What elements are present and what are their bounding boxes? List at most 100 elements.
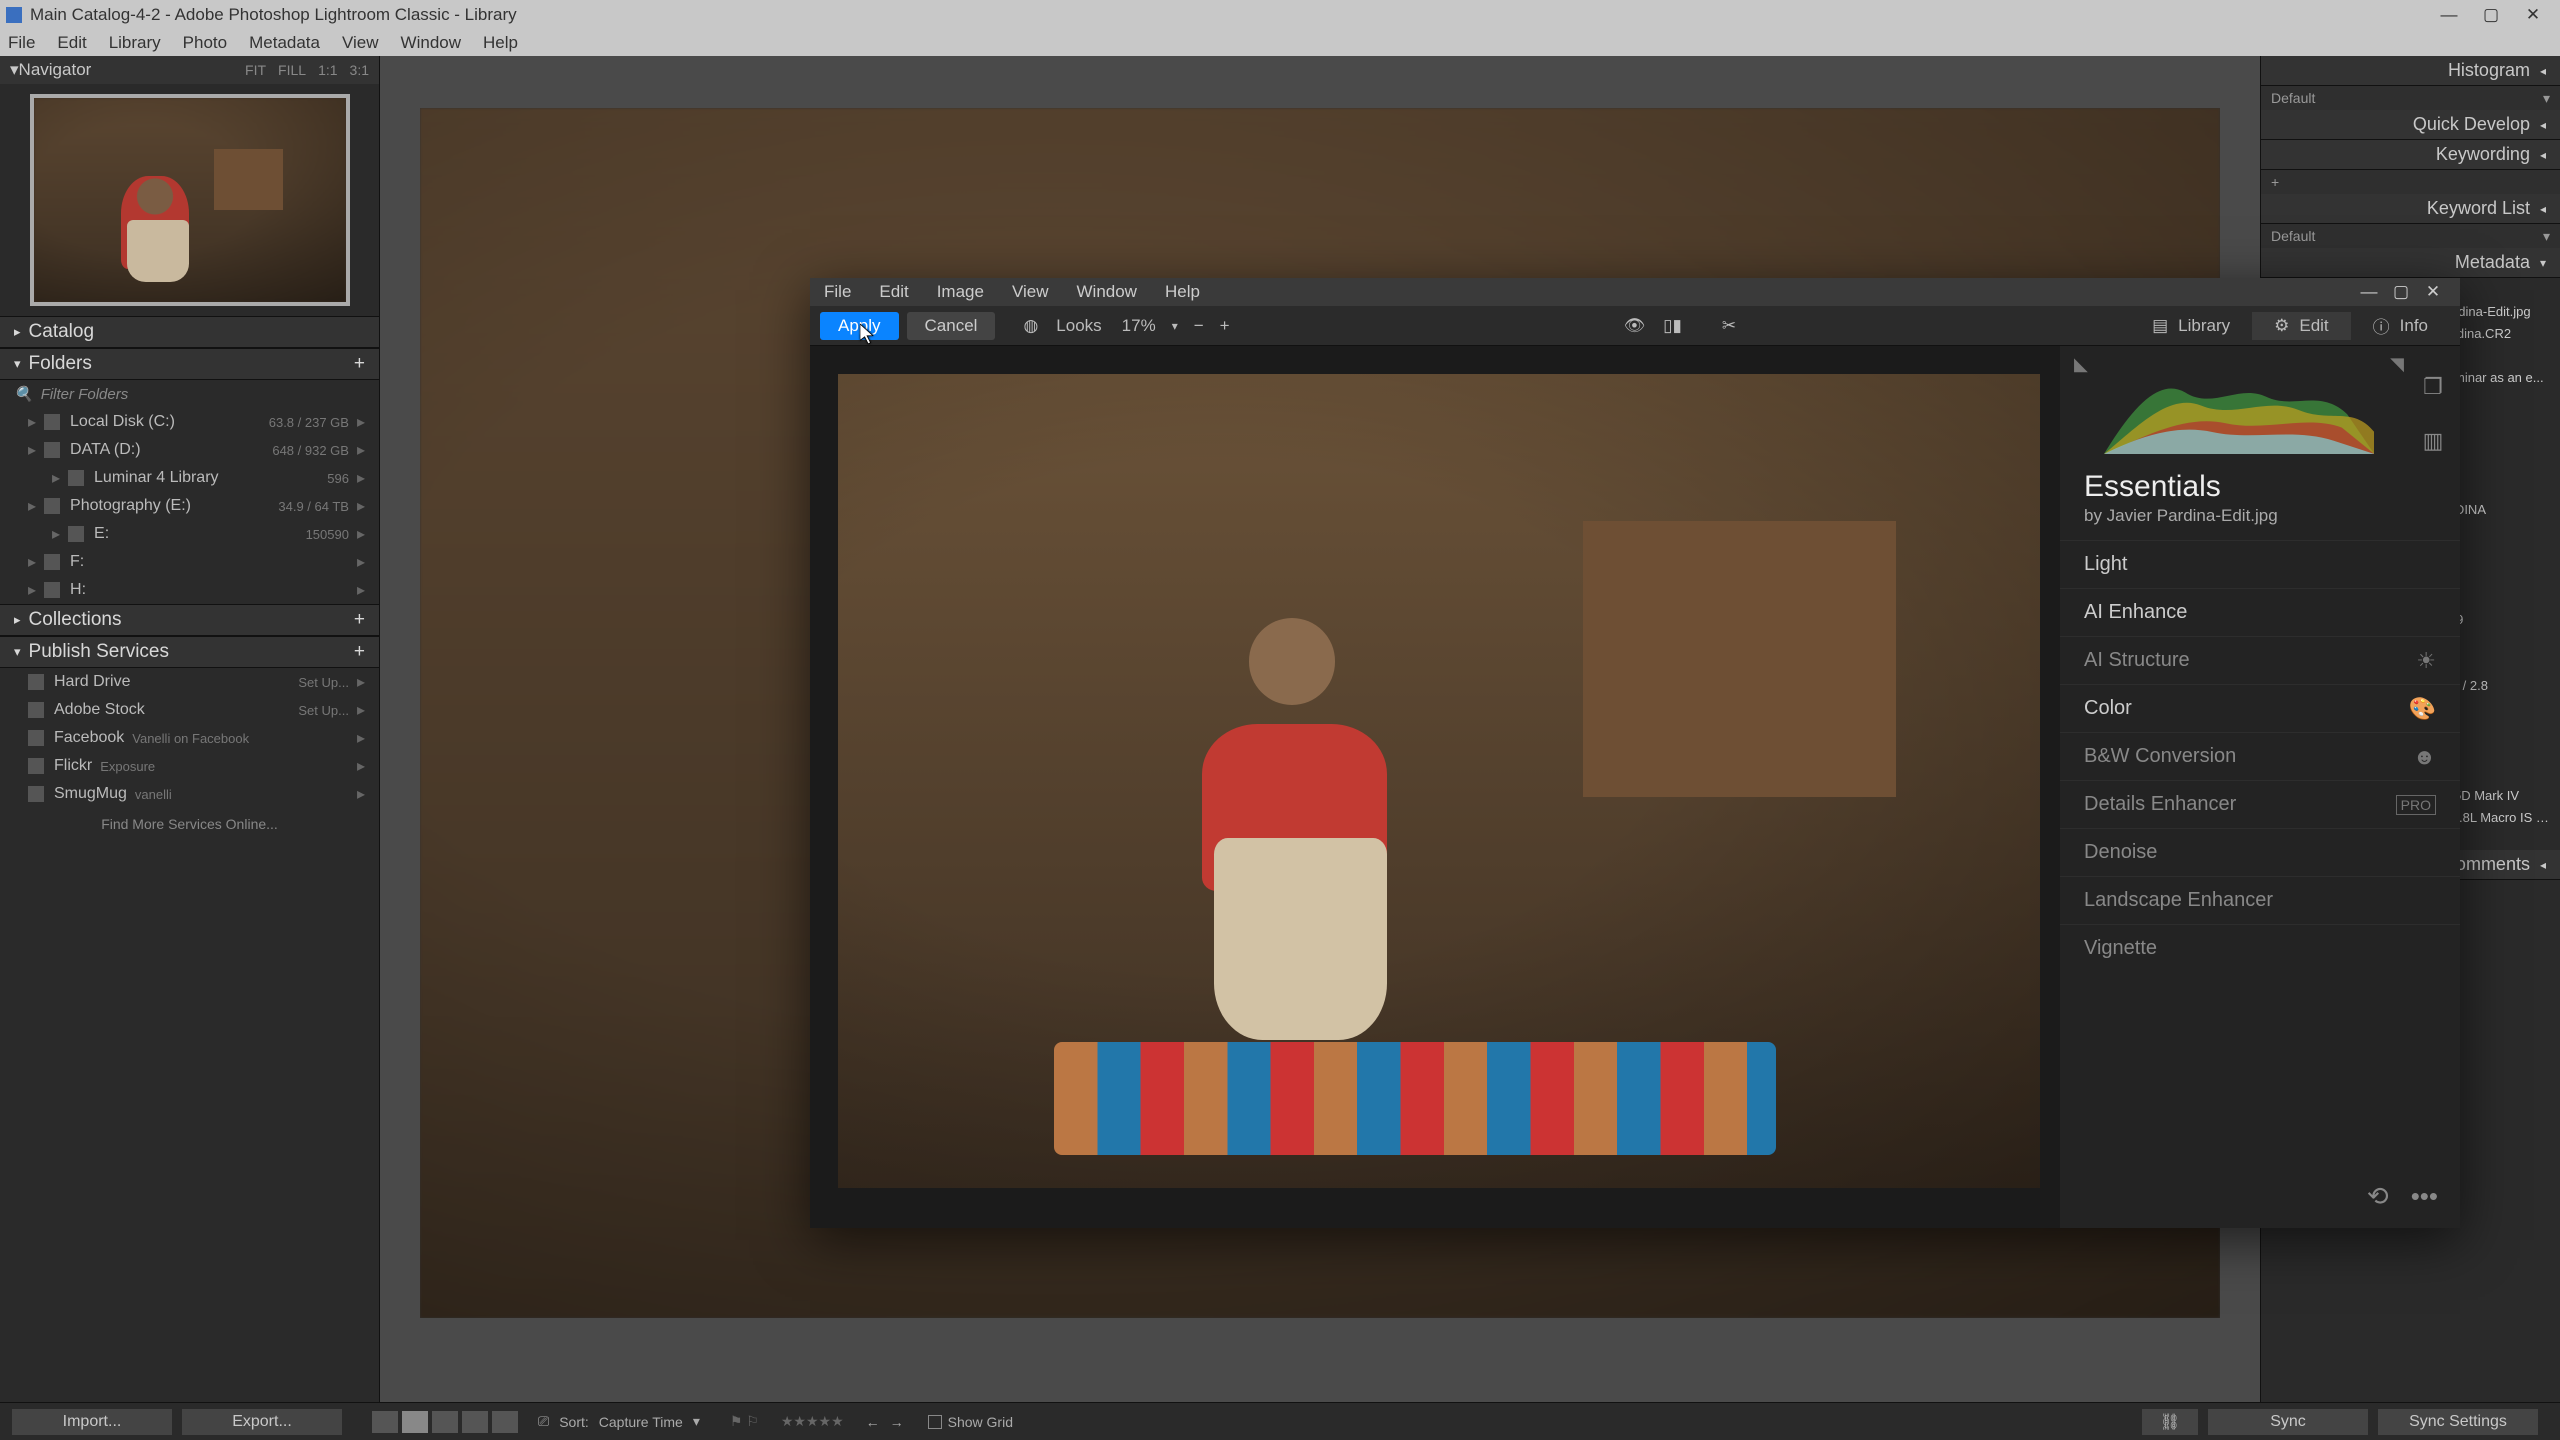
people-view-icon[interactable] (492, 1411, 518, 1433)
folder-item[interactable]: ▸ Local Disk (C:) 63.8 / 237 GB ▸ (0, 408, 379, 436)
publish-item[interactable]: Facebook Vanelli on Facebook ▸ (0, 724, 379, 752)
menu-metadata[interactable]: Metadata (249, 33, 320, 53)
more-icon[interactable]: ••• (2411, 1181, 2438, 1212)
loupe-view-icon[interactable] (402, 1411, 428, 1433)
essentials-row[interactable]: Landscape Enhancer (2060, 876, 2460, 924)
menu-edit[interactable]: Edit (57, 33, 86, 53)
essentials-row[interactable]: AI Structure ☀ (2060, 636, 2460, 684)
folder-item[interactable]: ▸ Luminar 4 Library 596 ▸ (0, 464, 379, 492)
grid-view-icon[interactable] (372, 1411, 398, 1433)
zoom-out-button[interactable]: − (1194, 316, 1204, 336)
sync-settings-button[interactable]: Sync Settings (2378, 1409, 2538, 1435)
looks-button[interactable]: Looks (1056, 316, 1101, 336)
prev-photo-icon[interactable]: ← (866, 1414, 880, 1430)
section-quick-develop[interactable]: Quick Develop◂ (2261, 110, 2560, 140)
section-metadata[interactable]: Metadata▾ (2261, 248, 2560, 278)
survey-view-icon[interactable] (462, 1411, 488, 1433)
dropdown-icon[interactable]: ▾ (2543, 228, 2550, 245)
folder-item[interactable]: ▸ DATA (D:) 648 / 932 GB ▸ (0, 436, 379, 464)
catalog-header[interactable]: ▸ Catalog (0, 316, 379, 348)
essentials-row[interactable]: AI Enhance (2060, 588, 2460, 636)
nav-mode-fit[interactable]: FIT (245, 62, 266, 78)
section-keyword-list[interactable]: Keyword List◂ (2261, 194, 2560, 224)
essentials-row[interactable]: Details Enhancer PRO (2060, 780, 2460, 828)
lm-close-icon[interactable]: ✕ (2420, 282, 2446, 302)
navigator-header[interactable]: ▾ Navigator FIT FILL 1:1 3:1 (0, 56, 379, 84)
show-grid-checkbox[interactable]: Show Grid (928, 1414, 1013, 1430)
sync-button[interactable]: Sync (2208, 1409, 2368, 1435)
lm-menu-view[interactable]: View (1012, 282, 1049, 302)
folder-item[interactable]: ▸ E: 150590 ▸ (0, 520, 379, 548)
next-photo-icon[interactable]: → (890, 1414, 904, 1430)
folder-item[interactable]: ▸ Photography (E:) 34.9 / 64 TB ▸ (0, 492, 379, 520)
menu-photo[interactable]: Photo (183, 33, 227, 53)
filter-folders-input[interactable]: 🔍 Filter Folders (0, 380, 379, 408)
apply-button[interactable]: Apply (820, 312, 899, 340)
dropdown-icon[interactable]: ▾ (2543, 90, 2550, 107)
flag-icons[interactable]: ⚑ ⚐ (730, 1413, 759, 1430)
publish-item[interactable]: Adobe Stock Set Up... ▸ (0, 696, 379, 724)
minimize-icon[interactable]: — (2428, 5, 2470, 25)
lm-menu-window[interactable]: Window (1077, 282, 1137, 302)
tab-edit[interactable]: ⚙ Edit (2252, 312, 2351, 340)
tab-library[interactable]: ▤ Library (2130, 312, 2252, 340)
chevron-down-icon[interactable]: ▾ (1172, 319, 1178, 333)
lm-menu-image[interactable]: Image (937, 282, 984, 302)
publish-header[interactable]: ▾ Publish Services + (0, 636, 379, 668)
split-view-icon[interactable]: ▥ (2420, 428, 2446, 454)
add-collection-icon[interactable]: + (354, 609, 365, 631)
lm-minimize-icon[interactable]: — (2356, 282, 2382, 302)
nav-mode-3-1[interactable]: 3:1 (350, 62, 369, 78)
lm-maximize-icon[interactable]: ▢ (2388, 282, 2414, 302)
painter-icon[interactable]: ⎚ (538, 1413, 549, 1430)
folder-item[interactable]: ▸ H: ▸ (0, 576, 379, 604)
section-keywording[interactable]: Keywording◂ (2261, 140, 2560, 170)
menu-window[interactable]: Window (401, 33, 461, 53)
section-histogram[interactable]: Histogram◂ (2261, 56, 2560, 86)
nav-mode-fill[interactable]: FILL (278, 62, 306, 78)
essentials-row[interactable]: Vignette (2060, 924, 2460, 972)
zoom-in-button[interactable]: + (1220, 316, 1230, 336)
menu-help[interactable]: Help (483, 33, 518, 53)
publish-item[interactable]: SmugMug vanelli ▸ (0, 780, 379, 808)
menu-view[interactable]: View (342, 33, 379, 53)
essentials-row[interactable]: Color 🎨 (2060, 684, 2460, 732)
folders-header[interactable]: ▾ Folders + (0, 348, 379, 380)
cancel-button[interactable]: Cancel (907, 312, 996, 340)
maximize-icon[interactable]: ▢ (2470, 5, 2512, 25)
chevron-down-icon[interactable]: ▾ (693, 1413, 700, 1430)
compare-icon[interactable]: ▯▮ (1663, 316, 1682, 336)
sort-value[interactable]: Capture Time (599, 1414, 683, 1430)
tab-info[interactable]: ⓘ Info (2351, 312, 2450, 340)
preview-eye-icon[interactable]: 👁 (1624, 316, 1646, 336)
lm-menu-help[interactable]: Help (1165, 282, 1200, 302)
nav-mode-1-1[interactable]: 1:1 (318, 62, 337, 78)
collections-header[interactable]: ▸ Collections + (0, 604, 379, 636)
lm-menu-file[interactable]: File (824, 282, 851, 302)
clip-shadow-icon[interactable]: ◣ (2074, 354, 2088, 375)
history-icon[interactable]: ⟲ (2367, 1181, 2389, 1212)
import-button[interactable]: Import... (12, 1409, 172, 1435)
essentials-row[interactable]: Light (2060, 540, 2460, 588)
menu-library[interactable]: Library (109, 33, 161, 53)
luminar-canvas[interactable] (810, 346, 2060, 1228)
find-more-services[interactable]: Find More Services Online... (0, 808, 379, 840)
sync-lock-icon[interactable]: ⛓ (2142, 1409, 2198, 1435)
essentials-row[interactable]: B&W Conversion ☻ (2060, 732, 2460, 780)
rating-stars[interactable]: ★★★★★ (781, 1413, 844, 1430)
navigator-thumbnail[interactable] (30, 94, 350, 306)
add-folder-icon[interactable]: + (354, 353, 365, 375)
publish-item[interactable]: Hard Drive Set Up... ▸ (0, 668, 379, 696)
add-publish-icon[interactable]: + (354, 641, 365, 663)
lm-menu-edit[interactable]: Edit (879, 282, 908, 302)
folder-item[interactable]: ▸ F: ▸ (0, 548, 379, 576)
layers-icon[interactable]: ❐ (2420, 374, 2446, 400)
publish-item[interactable]: Flickr Exposure ▸ (0, 752, 379, 780)
essentials-row[interactable]: Denoise (2060, 828, 2460, 876)
zoom-value[interactable]: 17% (1122, 316, 1156, 336)
export-button[interactable]: Export... (182, 1409, 342, 1435)
add-keyword-icon[interactable]: + (2271, 174, 2279, 190)
clip-highlight-icon[interactable]: ◥ (2390, 354, 2404, 375)
close-icon[interactable]: ✕ (2512, 5, 2554, 25)
crop-icon[interactable]: ✂ (1722, 316, 1736, 336)
